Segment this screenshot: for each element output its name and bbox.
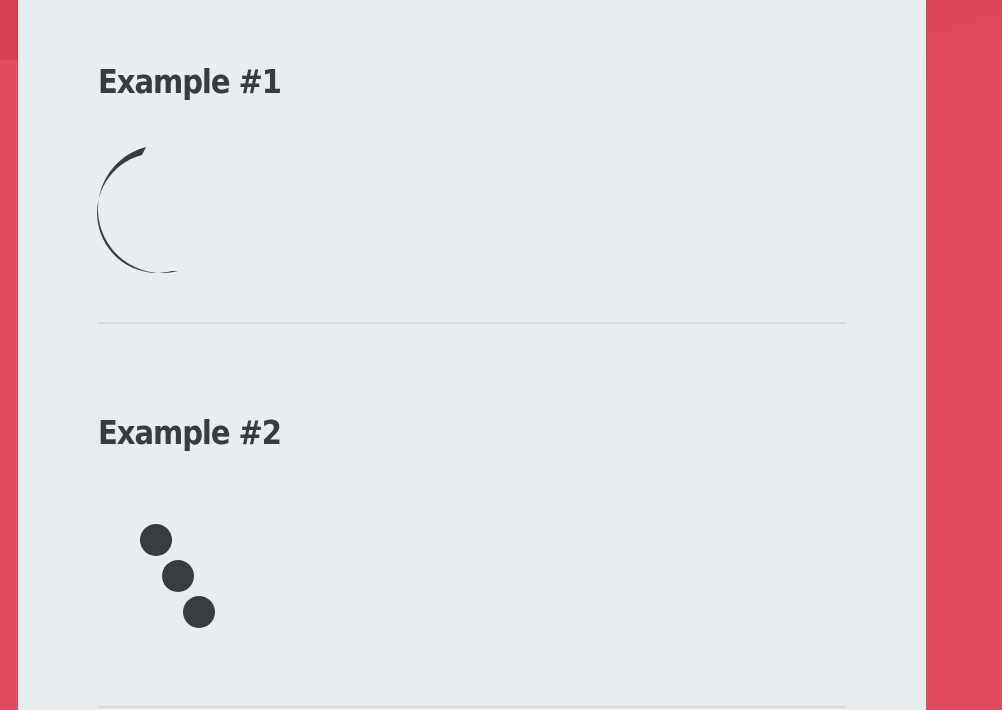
content-panel: Example #1 Example #2 xyxy=(18,0,926,710)
arc-spinner-icon xyxy=(97,147,178,274)
section-divider xyxy=(98,322,846,324)
section-divider xyxy=(98,706,846,708)
example-2-section: Example #2 xyxy=(98,413,846,452)
example-1-section: Example #1 xyxy=(98,62,846,101)
example-2-title: Example #2 xyxy=(98,413,282,452)
loader-dot-icon xyxy=(162,560,194,592)
example-1-title: Example #1 xyxy=(98,62,282,101)
loader-dot-icon xyxy=(140,524,172,556)
loader-dot-icon xyxy=(183,596,215,628)
bouncing-dots-loader xyxy=(138,522,228,632)
